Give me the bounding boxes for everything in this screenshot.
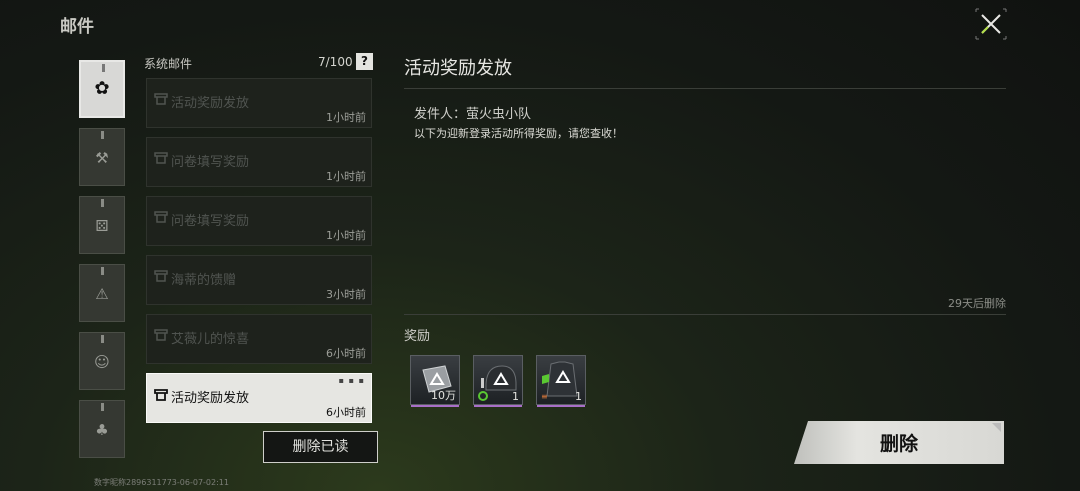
tag-hook xyxy=(101,267,104,275)
svg-text:≡: ≡ xyxy=(541,392,548,401)
corner-dots: ▪ ▪ ▪ xyxy=(338,376,365,385)
reward-qty: 1 xyxy=(512,390,519,403)
mail-time: 1小时前 xyxy=(326,111,366,124)
mail-subject: 问卷填写奖励 xyxy=(171,155,250,170)
divider xyxy=(404,88,1006,89)
mailbox-icon xyxy=(154,389,168,401)
mail-detail-title: 活动奖励发放 xyxy=(404,58,512,79)
mailbox-icon xyxy=(154,270,168,282)
tag-hook xyxy=(101,403,104,411)
tab-category-6[interactable]: ♣ xyxy=(79,400,125,458)
reward-qty: 1 xyxy=(575,390,582,403)
mail-item[interactable]: 活动奖励发放 1小时前 xyxy=(146,78,372,128)
expire-text: 29天后删除 xyxy=(948,297,1006,310)
delete-label: 删除 xyxy=(879,433,918,455)
tag-hook xyxy=(102,64,105,72)
rarity-bar xyxy=(411,405,459,407)
tab-category-4[interactable]: ⚠ xyxy=(79,264,125,322)
mail-subject: 活动奖励发放 xyxy=(171,96,250,111)
rewards-label: 奖励 xyxy=(404,329,431,344)
mail-sender: 发件人：萤火虫小队 xyxy=(414,107,532,122)
mailbox-icon xyxy=(154,93,168,105)
mail-time: 1小时前 xyxy=(326,170,366,183)
divider xyxy=(404,314,1006,315)
close-icon xyxy=(975,8,1007,40)
tab-category-5[interactable]: ☺ xyxy=(79,332,125,390)
rarity-bar xyxy=(474,405,522,407)
mailbox-icon xyxy=(154,329,168,341)
tab-category-2[interactable]: ⚒ xyxy=(79,128,125,186)
mail-time: 6小时前 xyxy=(326,347,366,360)
rarity-bar xyxy=(537,405,585,407)
delete-button[interactable]: 删除 xyxy=(794,421,1004,464)
mail-subject: 活动奖励发放 xyxy=(171,391,250,406)
help-button[interactable]: ? xyxy=(356,53,373,70)
reward-item[interactable]: 1 xyxy=(473,355,523,407)
delete-read-button[interactable]: 删除已读 xyxy=(263,431,378,463)
warning-icon: ⚠ xyxy=(95,285,109,303)
mail-item-selected[interactable]: ▪ ▪ ▪ 活动奖励发放 6小时前 xyxy=(146,373,372,423)
mail-item[interactable]: 问卷填写奖励 1小时前 xyxy=(146,196,372,246)
reward-qty: 10万 xyxy=(431,389,456,402)
tab-system-mail[interactable]: ✿ xyxy=(79,60,125,118)
reward-item[interactable]: 10万 xyxy=(410,355,460,407)
close-button[interactable] xyxy=(975,8,1007,40)
mail-subject: 艾薇儿的惊喜 xyxy=(171,332,250,347)
mail-time: 1小时前 xyxy=(326,229,366,242)
gear-icon: ✿ xyxy=(94,78,110,99)
footer-id: 数字昵称2896311773-06-07-02:11 xyxy=(94,478,229,487)
reward-item[interactable]: ≡ 1 xyxy=(536,355,586,407)
mail-count: 7/100 xyxy=(318,55,353,69)
mailbox-icon xyxy=(154,211,168,223)
tag-hook xyxy=(101,131,104,139)
tag-hook xyxy=(101,335,104,343)
mail-item[interactable]: 海蒂的馈赠 3小时前 xyxy=(146,255,372,305)
mail-subject: 问卷填写奖励 xyxy=(171,214,250,229)
mailbox-icon xyxy=(154,152,168,164)
mail-item[interactable]: 艾薇儿的惊喜 6小时前 xyxy=(146,314,372,364)
dice-icon: ⚄ xyxy=(95,217,109,235)
frog-icon: ♣ xyxy=(95,421,109,439)
tag-hook xyxy=(101,199,104,207)
tab-category-3[interactable]: ⚄ xyxy=(79,196,125,254)
mail-body: 以下为迎新登录活动所得奖励，请您查收！ xyxy=(414,127,623,140)
window-title: 邮件 xyxy=(60,17,94,37)
mail-time: 3小时前 xyxy=(326,288,366,301)
mail-time: 6小时前 xyxy=(326,406,366,419)
character-icon: ☺ xyxy=(94,353,110,371)
mail-list-header: 系统邮件 xyxy=(144,57,193,71)
mail-subject: 海蒂的馈赠 xyxy=(171,273,237,288)
hammer-icon: ⚒ xyxy=(95,149,109,167)
mail-item[interactable]: 问卷填写奖励 1小时前 xyxy=(146,137,372,187)
